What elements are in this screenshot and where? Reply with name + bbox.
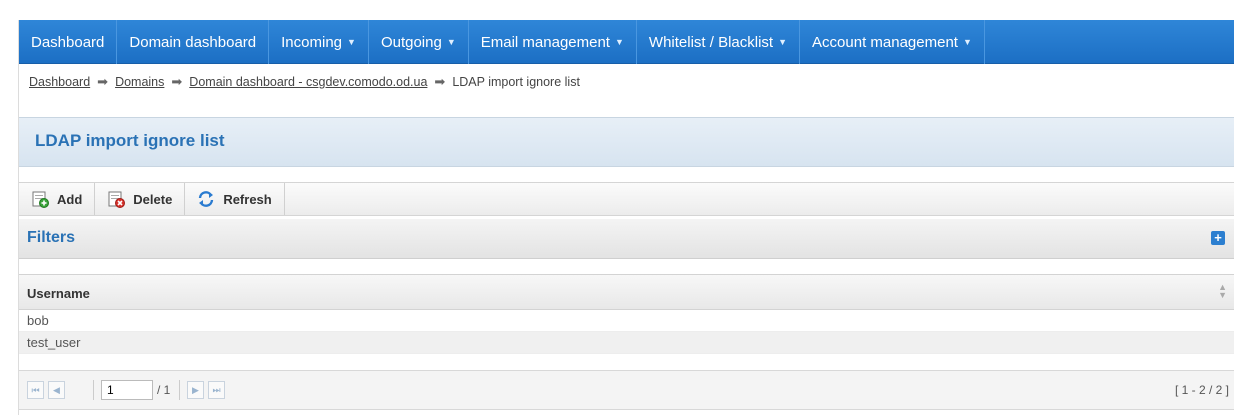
arrow-right-icon: ➡	[97, 74, 109, 89]
username-table: Username ▲ ▼ bob test_user	[19, 274, 1234, 354]
filters-panel[interactable]: Filters +	[19, 219, 1234, 259]
refresh-button[interactable]: Refresh	[185, 183, 285, 215]
nav-account-management[interactable]: Account management ▼	[800, 20, 985, 64]
last-page-icon[interactable]: ⏭	[208, 381, 225, 399]
breadcrumb-link-domains[interactable]: Domains	[115, 75, 164, 89]
next-page-icon[interactable]: ▶	[187, 381, 204, 399]
top-nav: Dashboard Domain dashboard Incoming ▼ Out…	[19, 20, 1234, 64]
app-frame: Dashboard Domain dashboard Incoming ▼ Out…	[18, 20, 1234, 415]
nav-label: Outgoing	[380, 33, 442, 51]
pager-divider	[93, 380, 94, 400]
toolbar: Add Delete Refresh	[19, 182, 1234, 216]
delete-label: Delete	[133, 191, 173, 207]
page-title: LDAP import ignore list	[35, 131, 225, 150]
delete-icon	[107, 190, 126, 208]
arrow-right-icon: ➡	[434, 74, 446, 89]
prev-page-icon[interactable]: ◀	[48, 381, 65, 399]
breadcrumb: Dashboard ➡ Domains ➡ Domain dashboard -…	[29, 74, 580, 90]
filters-label: Filters	[27, 229, 76, 246]
chevron-down-icon: ▼	[778, 37, 788, 47]
add-icon	[31, 190, 49, 208]
page-title-bar: LDAP import ignore list	[19, 117, 1234, 167]
expand-plus-icon[interactable]: +	[1211, 231, 1225, 245]
nav-label: Whitelist / Blacklist	[648, 33, 774, 51]
column-header-username: Username	[27, 286, 90, 301]
refresh-icon	[197, 190, 215, 208]
chevron-down-icon: ▼	[614, 37, 624, 47]
nav-label: Account management	[812, 33, 958, 51]
nav-domain-dashboard[interactable]: Domain dashboard	[117, 20, 270, 64]
breadcrumb-link-dashboard[interactable]: Dashboard	[29, 75, 90, 89]
table-row[interactable]: bob	[19, 310, 1234, 332]
breadcrumb-current: LDAP import ignore list	[452, 75, 580, 89]
chevron-down-icon: ▼	[962, 37, 972, 47]
pager-divider	[179, 380, 180, 400]
record-range: [ 1 - 2 / 2 ]	[1174, 383, 1229, 397]
chevron-down-icon: ▼	[347, 37, 356, 47]
first-page-icon[interactable]: ⏮	[27, 381, 44, 399]
breadcrumb-link-domain-dashboard[interactable]: Domain dashboard - csgdev.comodo.od.ua	[189, 75, 427, 89]
nav-label: Dashboard	[31, 33, 105, 51]
nav-email-management[interactable]: Email management ▼	[469, 20, 637, 64]
page-number-input[interactable]	[101, 380, 153, 400]
add-button[interactable]: Add	[19, 183, 96, 215]
chevron-down-icon: ▼	[446, 37, 456, 47]
nav-label: Email management	[480, 33, 610, 51]
arrow-right-icon: ➡	[171, 74, 183, 89]
nav-label: Incoming	[281, 33, 343, 51]
table-row[interactable]: test_user	[19, 332, 1234, 354]
add-label: Add	[57, 191, 83, 207]
pager: ⏮ ◀ / 1 ▶ ⏭ [ 1 - 2 / 2 ]	[19, 370, 1234, 410]
nav-label: Domain dashboard	[129, 33, 257, 51]
nav-incoming[interactable]: Incoming ▼	[269, 20, 369, 64]
total-pages: / 1	[157, 383, 171, 397]
refresh-label: Refresh	[223, 191, 272, 207]
nav-dashboard[interactable]: Dashboard	[19, 20, 118, 64]
delete-button[interactable]: Delete	[95, 183, 186, 215]
nav-outgoing[interactable]: Outgoing ▼	[369, 20, 469, 64]
table-header[interactable]: Username ▲ ▼	[19, 274, 1234, 310]
sort-icon[interactable]: ▲ ▼	[1218, 283, 1227, 300]
nav-whitelist-blacklist[interactable]: Whitelist / Blacklist ▼	[637, 20, 801, 64]
